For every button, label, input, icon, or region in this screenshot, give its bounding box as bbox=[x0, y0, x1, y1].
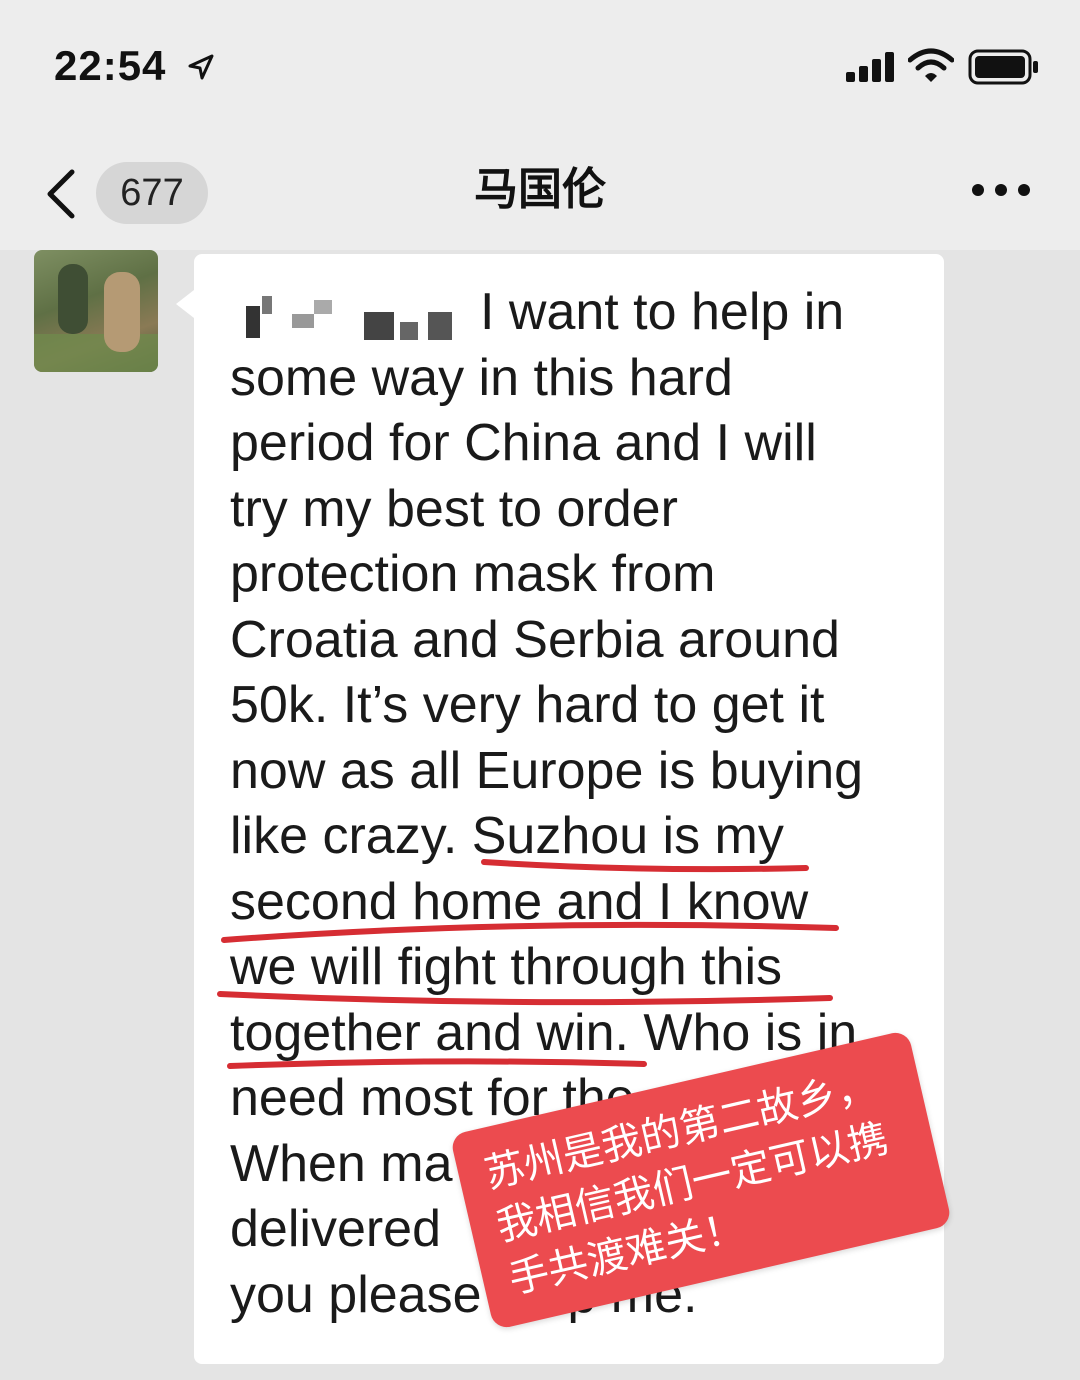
message-line: protection mask from bbox=[230, 545, 716, 603]
message-line: try my best to order bbox=[230, 479, 678, 538]
message-line: like crazy. Suzhou is my bbox=[230, 807, 784, 865]
location-arrow-icon bbox=[188, 54, 214, 80]
battery-icon bbox=[968, 49, 1038, 85]
chevron-left-icon bbox=[47, 169, 75, 219]
top-bar: 22:54 677 马国伦 bbox=[0, 0, 1080, 250]
message-line: Croatia and Serbia around bbox=[230, 610, 840, 669]
bubble-tail bbox=[176, 290, 194, 318]
message-line: 50k. It’s very hard to get it bbox=[230, 676, 825, 734]
message-line: we will fight through this bbox=[230, 938, 783, 996]
message-line: some way in this hard bbox=[230, 348, 733, 407]
message-line: now as all Europe is buying bbox=[230, 741, 864, 800]
status-time: 22:54 bbox=[54, 42, 167, 89]
more-icon bbox=[972, 184, 984, 196]
unread-count-badge: 677 bbox=[96, 162, 208, 224]
nav-bar: 677 马国伦 bbox=[0, 140, 1080, 250]
message-line: second home and I know bbox=[230, 872, 809, 931]
message-line-fragment: you please bbox=[230, 1265, 482, 1324]
message-line: I want to help in bbox=[480, 283, 845, 341]
message-line: period for China and I will bbox=[230, 414, 817, 472]
wifi-icon bbox=[908, 48, 954, 82]
chat-title: 马国伦 bbox=[474, 165, 606, 214]
contact-avatar[interactable] bbox=[34, 250, 158, 372]
back-button[interactable]: 677 bbox=[38, 160, 216, 226]
signal-icon bbox=[846, 52, 894, 82]
message-line-fragment: delivered bbox=[230, 1200, 442, 1258]
more-button[interactable] bbox=[966, 170, 1036, 210]
status-bar: 22:54 bbox=[0, 0, 1080, 130]
